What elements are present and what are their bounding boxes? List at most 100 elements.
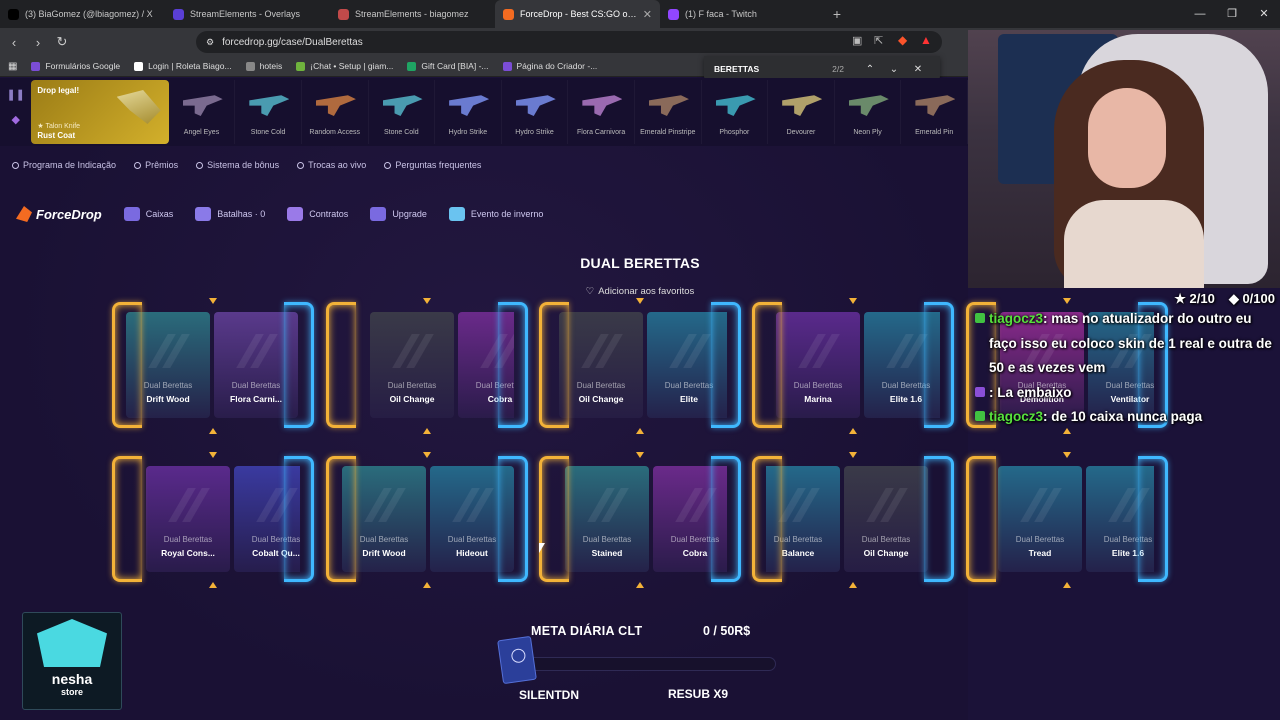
main-nav-item[interactable]: Caixas <box>123 207 173 221</box>
pause-icon[interactable]: ❚❚ <box>6 88 24 101</box>
find-close-icon[interactable]: ✕ <box>906 64 930 75</box>
main-nav-item[interactable]: Batalhas · 0 <box>195 207 265 221</box>
subnav-label: Trocas ao vivo <box>308 160 367 170</box>
live-drop-item[interactable]: Emerald Pin <box>901 80 968 144</box>
live-drop-item[interactable]: Devourer <box>768 80 835 144</box>
close-window-icon[interactable]: ✕ <box>1248 0 1280 28</box>
live-drop-name: Stone Cold <box>384 129 419 136</box>
reel-left-frame <box>112 456 142 582</box>
weapon-silhouette-icon <box>778 488 818 518</box>
live-drop-item[interactable]: Emerald Pinstripe <box>635 80 702 144</box>
back-icon[interactable]: ‹ <box>4 35 24 50</box>
main-nav-item[interactable]: Contratos <box>287 207 348 221</box>
subnav-label: Programa de Indicação <box>23 160 117 170</box>
weapon-silhouette-icon <box>392 334 432 364</box>
store-sub: store <box>60 687 83 697</box>
webcam-person-face <box>1088 88 1166 188</box>
install-icon[interactable]: ▣ <box>852 34 862 47</box>
live-drop-item[interactable]: Random Access <box>302 80 369 144</box>
address-bar[interactable]: ⚙ forcedrop.gg/case/DualBerettas <box>196 31 942 53</box>
site-info-icon[interactable]: ⚙ <box>206 37 214 48</box>
reel-cards: Dual Berettas Stained Dual Berettas Cobra <box>553 466 727 572</box>
tab-title: (3) BiaGomez (@lbiagomez) / X <box>25 9 153 19</box>
subnav-item[interactable]: Sistema de bônus <box>196 160 279 170</box>
skin-card: Dual Berettas Oil Change <box>559 312 643 418</box>
subnav-label: Prêmios <box>145 160 179 170</box>
subnav-item[interactable]: Perguntas frequentes <box>384 160 481 170</box>
live-drop-item[interactable]: Phosphor <box>702 80 769 144</box>
tab-close-icon[interactable]: ✕ <box>643 8 652 21</box>
reel-bottom-pointer-icon <box>849 582 857 588</box>
daily-goal-value: 0 / 50R$ <box>703 624 751 638</box>
streamelements-icon <box>173 8 184 20</box>
live-drop-item[interactable]: Hydro Strike <box>502 80 569 144</box>
live-drop-item[interactable]: Neon Ply <box>835 80 902 144</box>
find-count: 2/2 <box>832 64 844 74</box>
find-next-icon[interactable]: ⌄ <box>882 64 906 75</box>
subnav-item[interactable]: Programa de Indicação <box>12 160 116 170</box>
browser-tab[interactable]: StreamElements - Overlays <box>165 0 330 28</box>
live-drop-name: Emerald Pin <box>915 129 954 136</box>
find-prev-icon[interactable]: ⌃ <box>858 64 882 75</box>
bookmark-label: ¡Chat • Setup | giam... <box>310 61 394 71</box>
bookmark-label: hoteis <box>259 61 283 71</box>
reel-cards: Dual Berettas Drift Wood Dual Berettas Hide… <box>340 466 514 572</box>
live-drop-item[interactable]: Stone Cold <box>369 80 436 144</box>
live-drop-item[interactable]: Flora Carnivora <box>568 80 635 144</box>
find-query[interactable]: BERETTAS <box>714 64 832 74</box>
weapon-silhouette-icon <box>669 334 709 364</box>
reel-right-frame <box>924 302 954 428</box>
daily-goal-label: META DIÁRIA CLT <box>531 624 643 638</box>
subnav-item[interactable]: Prêmios <box>134 160 178 170</box>
new-tab-icon[interactable]: + <box>825 6 849 22</box>
streamelements-icon <box>338 8 349 20</box>
bookmark-item[interactable]: Gift Card [BIA] -... <box>407 61 489 71</box>
main-nav-item[interactable]: Evento de inverno <box>448 207 543 221</box>
apps-grid-icon[interactable]: ▦ <box>8 61 17 72</box>
webcam-person-body <box>1064 200 1204 288</box>
chat-text: de 10 caixa nunca paga <box>1051 409 1203 424</box>
diamond-icon[interactable]: ◆ <box>11 113 19 126</box>
browser-tab[interactable]: (3) BiaGomez (@lbiagomez) / X <box>0 0 165 28</box>
bookmark-favicon-icon <box>296 61 306 71</box>
bookmark-item[interactable]: hoteis <box>245 61 283 71</box>
subnav-icon <box>12 161 19 169</box>
weapon-silhouette-icon <box>452 488 492 518</box>
main-nav-label: Upgrade <box>392 209 427 219</box>
bookmark-item[interactable]: Página do Criador -... <box>502 61 597 71</box>
browser-tab[interactable]: StreamElements - biagomez <box>330 0 495 28</box>
forcedrop-logo[interactable]: ForceDrop <box>16 206 102 222</box>
browser-tab[interactable]: ForceDrop - Best CS:GO open ✕ <box>495 0 660 28</box>
bookmark-item[interactable]: Formulários Google <box>31 61 120 71</box>
main-nav-icon <box>195 207 212 221</box>
reel-track: Dual Berettas Marina Dual Berettas Elite 1.… <box>776 312 940 418</box>
featured-drop[interactable]: Drop legal! ★ Talon Knife Rust Coat <box>31 80 169 144</box>
live-drop-item[interactable]: Stone Cold <box>235 80 302 144</box>
featured-drop-subtitle: ★ Talon Knife <box>37 123 81 130</box>
live-drop-item[interactable]: Angel Eyes <box>169 80 236 144</box>
restore-icon[interactable]: ❐ <box>1216 0 1248 28</box>
brave-shield-icon[interactable]: ◆ <box>898 33 907 47</box>
weapon-silhouette-icon <box>866 488 906 518</box>
reel-left-frame <box>112 302 142 428</box>
live-drop-name: Neon Ply <box>853 129 882 136</box>
skin-name: Stained <box>591 548 623 558</box>
bookmark-item[interactable]: ¡Chat • Setup | giam... <box>296 61 393 71</box>
forcedrop-icon <box>503 8 514 20</box>
bookmark-item[interactable]: Login | Roleta Biago... <box>134 61 232 71</box>
browser-tab[interactable]: (1) F faca - Twitch <box>660 0 825 28</box>
weapon-silhouette-icon <box>1020 488 1060 518</box>
forward-icon[interactable]: › <box>28 35 48 50</box>
minimize-icon[interactable]: — <box>1184 0 1216 28</box>
reload-icon[interactable]: ↻ <box>52 34 72 50</box>
live-drop-name: Stone Cold <box>250 129 286 136</box>
chat-header: ★ 2/10 ◆ 0/100 <box>975 290 1275 307</box>
live-drop-item[interactable]: Hydro Strike <box>435 80 502 144</box>
subnav-item[interactable]: Trocas ao vivo <box>297 160 366 170</box>
brave-rewards-icon[interactable]: ▲ <box>920 33 932 47</box>
featured-drop-name: Rust Coat <box>37 131 76 140</box>
share-icon[interactable]: ⇱ <box>874 34 883 47</box>
chat-badge-icon <box>975 386 985 397</box>
tab-title: StreamElements - Overlays <box>190 9 301 19</box>
main-nav-item[interactable]: Upgrade <box>370 207 427 221</box>
